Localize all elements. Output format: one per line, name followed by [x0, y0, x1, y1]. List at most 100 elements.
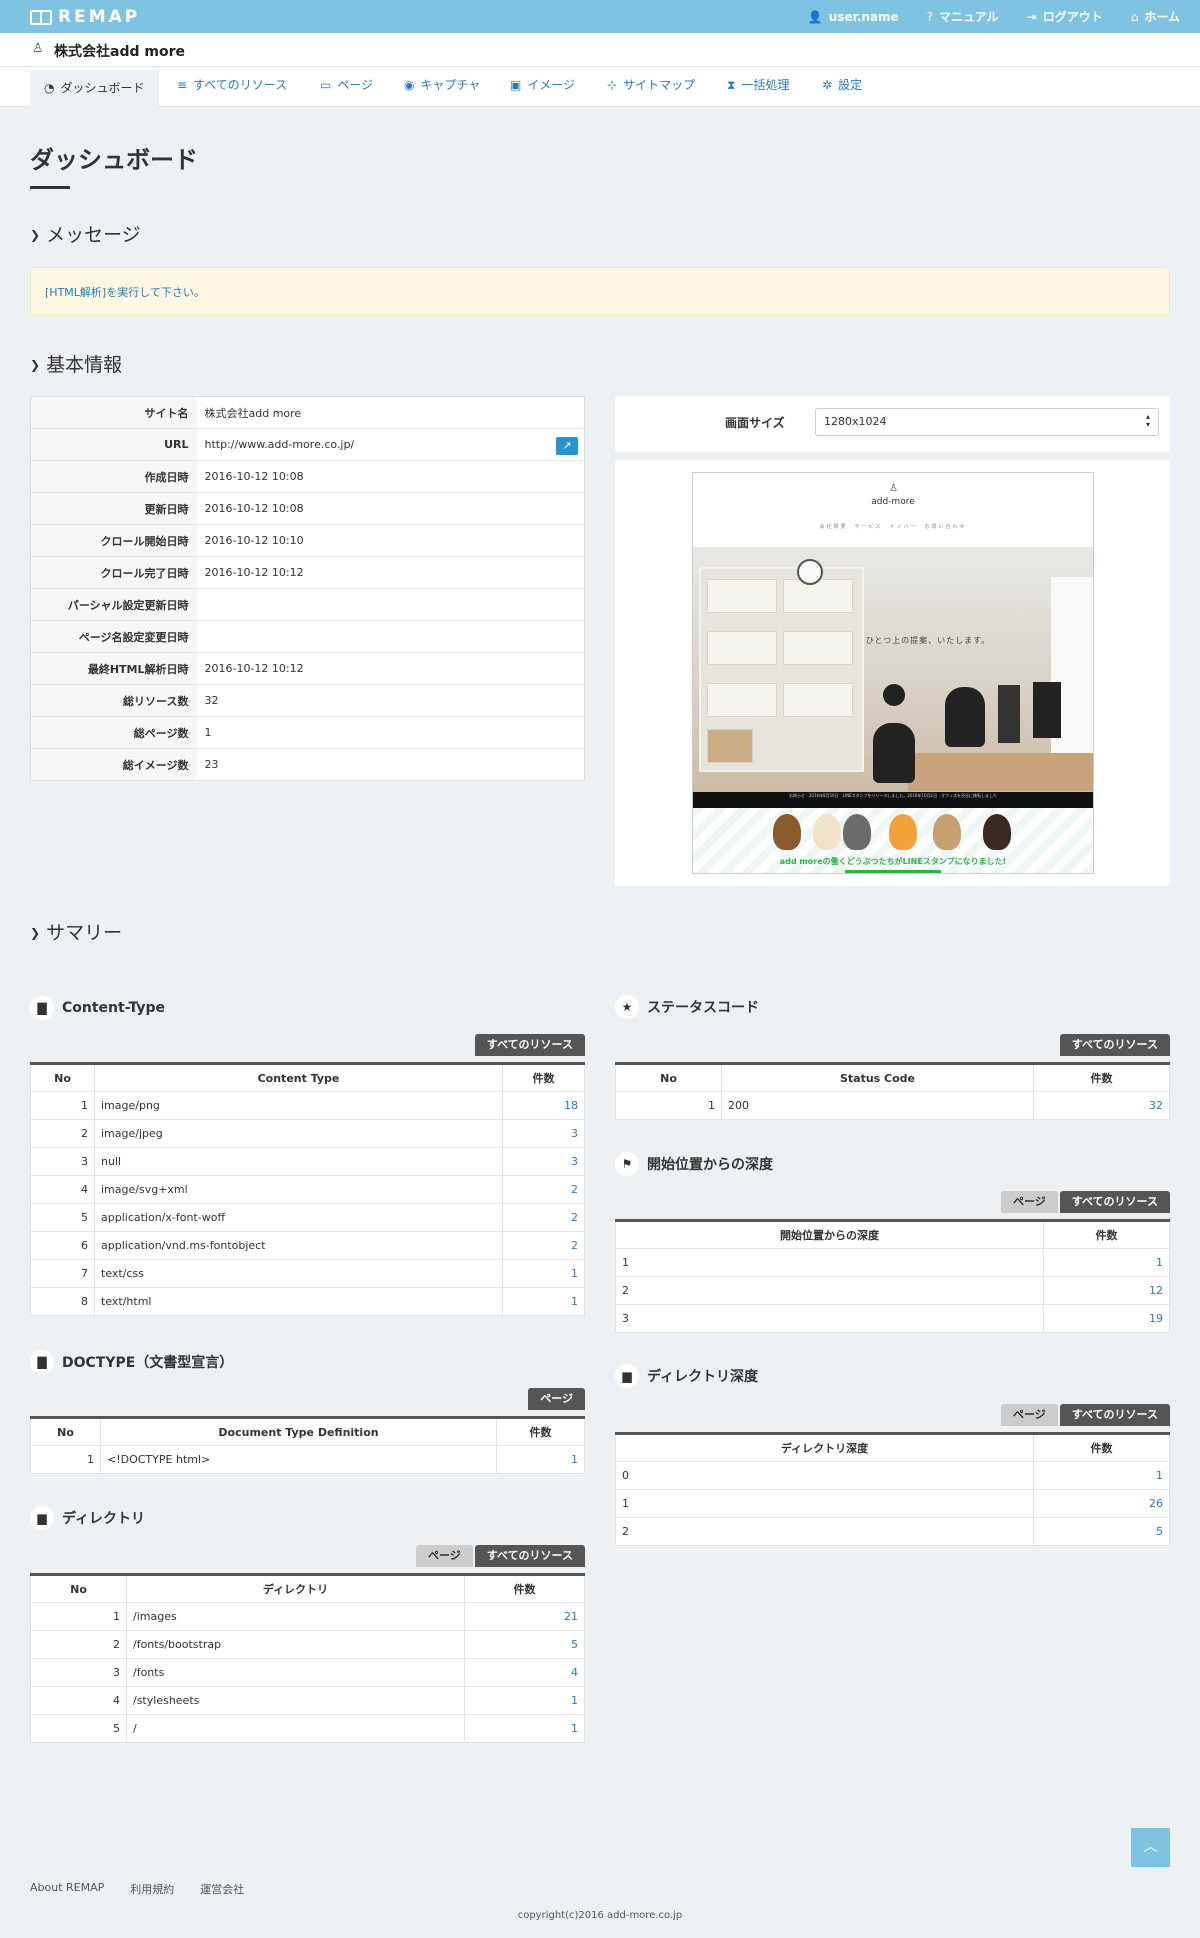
content-type-heading: ▇ Content-Type	[30, 996, 165, 1020]
home-icon: ⌂	[1130, 10, 1139, 24]
count-link[interactable]: 19	[1149, 1312, 1163, 1325]
count-cell: 26	[1033, 1489, 1170, 1518]
tab-capture[interactable]: ◉ キャプチャ	[390, 67, 494, 107]
capture-preview-panel: ♙ add-more 会社概要 サービス メンバー お問い合わせ ひとつ上の提案…	[615, 460, 1170, 886]
scroll-to-top-button[interactable]: ︿	[1131, 1828, 1170, 1867]
info-value-text: 株式会社add more	[204, 406, 302, 420]
tab-dashboard[interactable]: ◔ ダッシュボード	[30, 67, 159, 107]
file-icon: ▇	[30, 1350, 54, 1374]
count-cell: 32	[1033, 1091, 1170, 1120]
logout-icon: ⇥	[1026, 10, 1037, 24]
home-link[interactable]: ⌂ ホーム	[1131, 8, 1180, 25]
status-code-heading: ★ ステータスコード	[615, 995, 759, 1019]
count-link[interactable]: 32	[1149, 1099, 1163, 1112]
message-alert: [HTML解析]を実行して下さい。	[30, 267, 1170, 315]
screen-size-select[interactable]: 1280x1024	[815, 408, 1159, 436]
info-key: URL	[30, 428, 197, 461]
count-link[interactable]: 26	[1149, 1497, 1163, 1510]
info-value-text: 2016-10-12 10:08	[204, 502, 304, 515]
col-header: 件数	[464, 1574, 585, 1603]
table-cell: 5	[30, 1714, 127, 1743]
section-basic-toggle[interactable]: ❯ 基本情報	[30, 350, 122, 377]
page-button[interactable]: ページ	[1000, 1404, 1058, 1426]
footer-link-company[interactable]: 運営会社	[200, 1881, 244, 1897]
count-cell: 1	[1043, 1248, 1170, 1277]
info-row: URL http://www.add-more.co.jp/ ↗	[30, 428, 585, 461]
all-resources-button[interactable]: すべてのリソース	[1059, 1034, 1170, 1056]
all-resources-button[interactable]: すべてのリソース	[474, 1034, 585, 1056]
manual-link[interactable]: ? マニュアル	[927, 8, 999, 25]
info-row: クロール開始日時 2016-10-12 10:10	[30, 524, 585, 557]
external-link-icon[interactable]: ↗	[556, 437, 578, 455]
table-cell: 3	[615, 1304, 1044, 1333]
count-link[interactable]: 3	[571, 1127, 578, 1140]
panel-title: ディレクトリ	[62, 1511, 146, 1527]
table-cell: 2	[615, 1517, 1034, 1546]
count-link[interactable]: 1	[571, 1453, 578, 1466]
logout-link[interactable]: ⇥ ログアウト	[1027, 8, 1103, 25]
count-cell: 5	[464, 1630, 585, 1659]
count-link[interactable]: 3	[571, 1155, 578, 1168]
section-message-toggle[interactable]: ❯ メッセージ	[30, 220, 141, 247]
manual-label: マニュアル	[939, 10, 999, 24]
count-cell: 1	[502, 1259, 585, 1288]
user-menu[interactable]: 👤 user.name	[808, 10, 899, 24]
preview-ticker: お知らせ 2016年8月16日 LINEスタンプをリリースしました。2016年1…	[693, 792, 1093, 808]
count-link[interactable]: 4	[571, 1666, 578, 1679]
info-row: ページ名設定変更日時	[30, 620, 585, 653]
info-value: 株式会社add more	[196, 396, 585, 429]
count-link[interactable]: 21	[564, 1610, 578, 1623]
info-value	[196, 620, 585, 653]
count-link[interactable]: 1	[1156, 1469, 1163, 1482]
page-button[interactable]: ページ	[415, 1545, 473, 1567]
table-cell: image/png	[94, 1091, 503, 1120]
remap-logo[interactable]: REMAP	[30, 6, 140, 28]
file-icon: ▇	[30, 996, 54, 1020]
count-link[interactable]: 5	[1156, 1525, 1163, 1538]
tab-images[interactable]: ▣ イメージ	[496, 67, 589, 107]
table-row: 1 200 32	[615, 1091, 1170, 1120]
all-resources-button[interactable]: すべてのリソース	[1059, 1191, 1170, 1213]
count-cell: 1	[464, 1714, 585, 1743]
tab-pages[interactable]: ▭ ページ	[306, 67, 387, 107]
count-link[interactable]: 18	[564, 1099, 578, 1112]
count-link[interactable]: 1	[571, 1267, 578, 1280]
tab-sitemap[interactable]: ⊹ サイトマップ	[593, 67, 709, 107]
all-resources-button[interactable]: すべてのリソース	[474, 1545, 585, 1567]
count-link[interactable]: 2	[571, 1211, 578, 1224]
camera-icon: ◉	[404, 78, 415, 92]
count-link[interactable]: 1	[1156, 1256, 1163, 1269]
map-icon	[30, 9, 52, 25]
footer-link-terms[interactable]: 利用規約	[130, 1881, 174, 1897]
directory-actions: ページ すべてのリソース	[30, 1545, 585, 1567]
footer-link-about[interactable]: About REMAP	[30, 1881, 104, 1897]
count-link[interactable]: 1	[571, 1722, 578, 1735]
count-link[interactable]: 1	[571, 1694, 578, 1707]
html-analysis-link[interactable]: [HTML解析]を実行して下さい。	[45, 286, 205, 299]
count-cell: 4	[464, 1658, 585, 1687]
count-link[interactable]: 2	[571, 1183, 578, 1196]
count-link[interactable]: 5	[571, 1638, 578, 1651]
tab-settings[interactable]: ✲ 設定	[808, 67, 876, 107]
tab-batch[interactable]: ⧗ 一括処理	[713, 67, 803, 107]
page-button[interactable]: ページ	[1000, 1191, 1058, 1213]
all-resources-button[interactable]: すべてのリソース	[1059, 1404, 1170, 1426]
section-title: 基本情報	[46, 354, 123, 376]
count-link[interactable]: 1	[571, 1295, 578, 1308]
folder-icon: ▆	[30, 1506, 54, 1530]
table-cell: text/css	[94, 1259, 503, 1288]
info-value-text: http://www.add-more.co.jp/	[204, 438, 355, 451]
count-link[interactable]: 12	[1149, 1284, 1163, 1297]
site-capture-thumbnail[interactable]: ♙ add-more 会社概要 サービス メンバー お問い合わせ ひとつ上の提案…	[692, 472, 1094, 874]
table-cell: 2	[615, 1276, 1044, 1305]
tab-label: イメージ	[527, 78, 576, 92]
page-button[interactable]: ページ	[528, 1388, 585, 1410]
count-cell: 5	[1033, 1517, 1170, 1546]
tab-all-resources[interactable]: ≡ すべてのリソース	[163, 67, 301, 107]
info-row: 作成日時 2016-10-12 10:08	[30, 460, 585, 493]
site-name: 株式会社add more	[54, 44, 185, 60]
table-row: 1 <!DOCTYPE html> 1	[30, 1445, 585, 1474]
count-link[interactable]: 2	[571, 1239, 578, 1252]
table-cell: 1	[615, 1248, 1044, 1277]
section-summary-toggle[interactable]: ❯ サマリー	[30, 918, 122, 945]
